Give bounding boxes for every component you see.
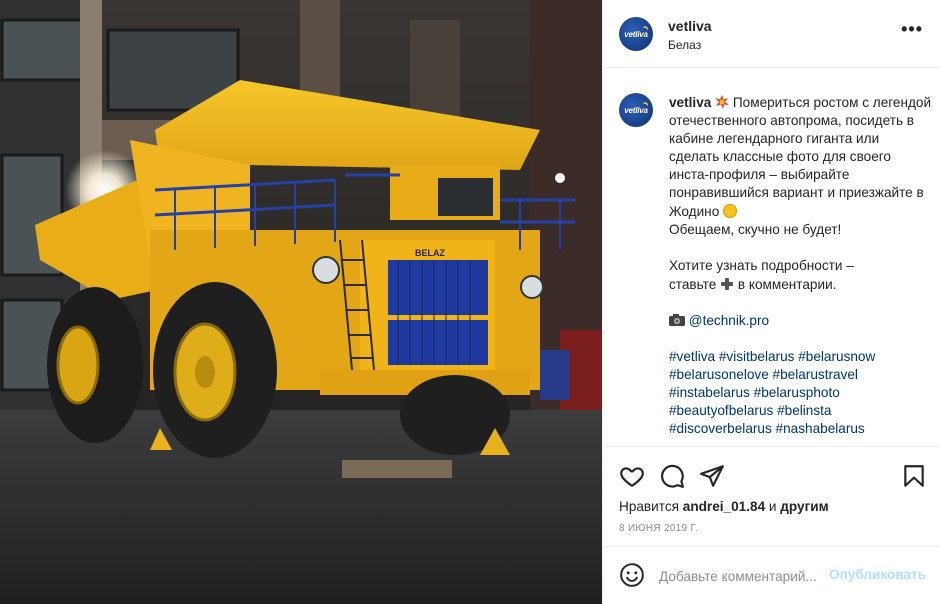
comment-icon[interactable] <box>659 463 685 489</box>
caption-avatar[interactable]: vetliva <box>619 93 653 127</box>
caption-text-2: Обещаем, скучно не будет! <box>669 222 842 237</box>
caption-username[interactable]: vetliva <box>669 95 711 110</box>
hashtag[interactable]: #belarustravel <box>773 367 858 382</box>
post-header: vetliva vetliva Белаз ••• <box>603 0 940 68</box>
post-caption: vetliva Помериться ростом с легендой оте… <box>669 93 933 438</box>
avatar[interactable]: vetliva <box>619 17 653 51</box>
likes-prefix: Нравится <box>619 499 679 514</box>
emoji-picker-icon[interactable] <box>619 562 645 588</box>
likes-summary: Нравится andrei_01.84 и другим <box>619 499 829 514</box>
comment-input[interactable] <box>659 565 829 587</box>
caption-text: Помериться ростом с легендой отечественн… <box>669 95 932 219</box>
more-options-icon[interactable]: ••• <box>901 20 923 38</box>
hashtag[interactable]: #beautyofbelarus <box>669 403 773 418</box>
caption-text-3c: в комментарии. <box>737 277 837 292</box>
save-bookmark-icon[interactable] <box>901 463 927 489</box>
mention-link[interactable]: @technik.pro <box>689 313 769 328</box>
share-paper-plane-icon[interactable] <box>699 463 725 489</box>
post-location[interactable]: Белаз <box>668 38 701 52</box>
hashtag[interactable]: #nashabelarus <box>776 421 865 436</box>
hashtag[interactable]: #belinsta <box>777 403 831 418</box>
smiling-face-emoji-icon <box>723 204 738 218</box>
likes-middle: и <box>768 499 777 514</box>
hashtag[interactable]: #instabelarus <box>669 385 750 400</box>
post-username[interactable]: vetliva <box>668 18 712 34</box>
post-date[interactable]: 8 ИЮНЯ 2019 Г. <box>619 523 698 534</box>
collision-emoji-icon <box>715 95 730 109</box>
likes-user-link[interactable]: andrei_01.84 <box>683 499 765 514</box>
post-photo[interactable]: BELAZ <box>0 0 602 604</box>
caption-scroll-area[interactable]: vetliva vetliva Помериться ростом с леге… <box>603 69 940 446</box>
hashtag[interactable]: #belarusnow <box>798 349 875 364</box>
belaz-truck-photo: BELAZ <box>0 0 602 604</box>
heavy-plus-emoji-icon <box>721 278 734 290</box>
hashtag[interactable]: #belarusphoto <box>754 385 840 400</box>
hashtag[interactable]: #vetliva <box>669 349 715 364</box>
caption-text-3b: ставьте <box>669 277 717 292</box>
publish-comment-button[interactable]: Опубликовать <box>829 567 926 582</box>
camera-emoji-icon <box>669 314 685 326</box>
hashtag[interactable]: #discoverbelarus <box>669 421 772 436</box>
caption-text-3a: Хотите узнать подробности – <box>669 258 854 273</box>
hashtag[interactable]: #belarusonelove <box>669 367 769 382</box>
truck-brand-text: BELAZ <box>415 248 445 258</box>
post-sidebar: vetliva vetliva Белаз ••• vetliva vetliv… <box>602 0 940 604</box>
comment-bar: Опубликовать <box>603 546 940 604</box>
likes-others-link[interactable]: другим <box>780 499 828 514</box>
hashtag[interactable]: #visitbelarus <box>719 349 795 364</box>
like-heart-icon[interactable] <box>619 463 645 489</box>
post-actions: Нравится andrei_01.84 и другим 8 ИЮНЯ 20… <box>603 446 940 546</box>
hashtag-list: #vetliva #visitbelarus #belarusnow #bela… <box>669 348 933 438</box>
